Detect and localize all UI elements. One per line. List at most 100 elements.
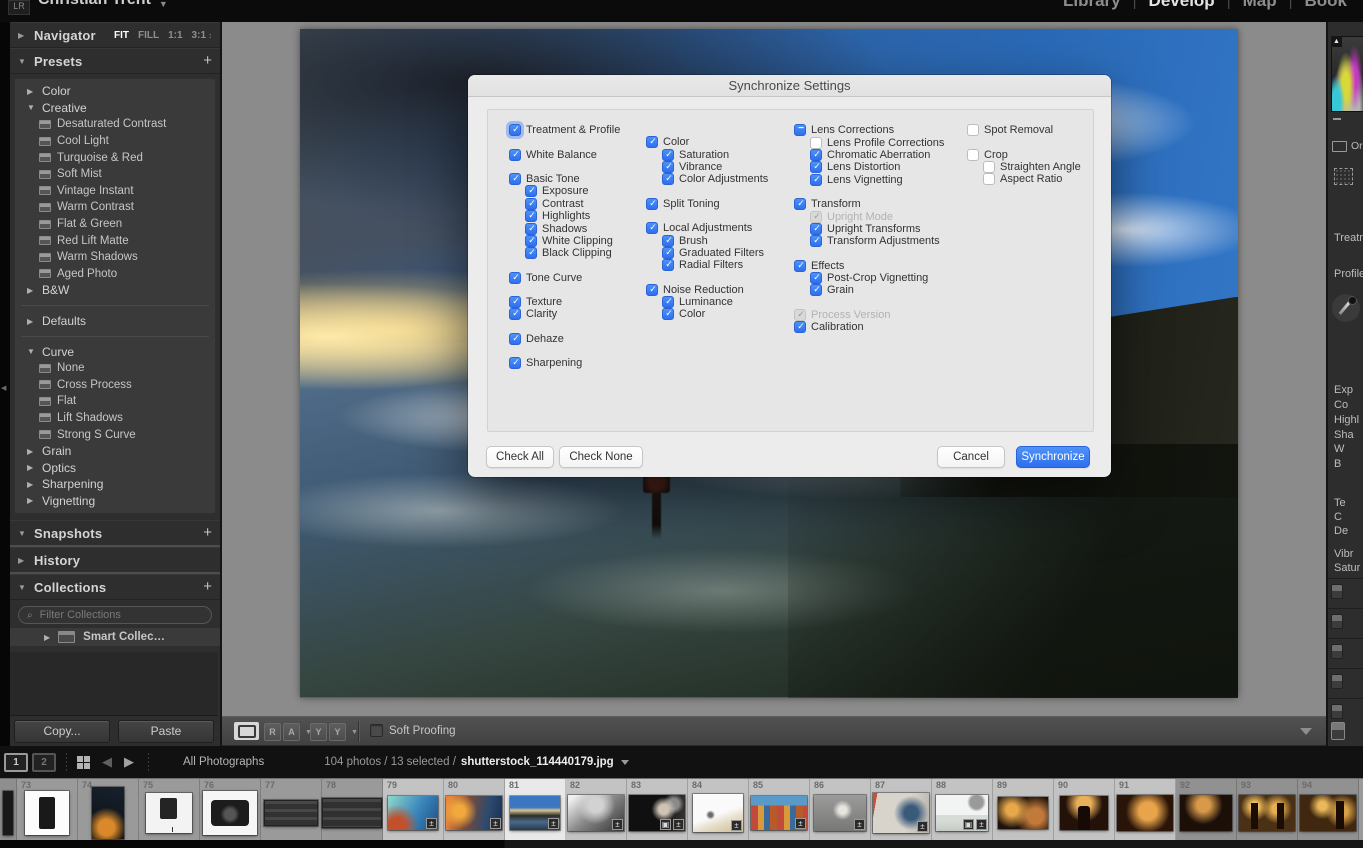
photo-thumbnail[interactable]: ▣ ± <box>568 795 624 831</box>
sync-option[interactable]: Luminance <box>662 296 768 308</box>
checkbox[interactable] <box>810 174 822 186</box>
preset-row[interactable]: None <box>15 360 215 377</box>
filename-chevron-icon[interactable] <box>621 760 629 765</box>
add-preset-button[interactable]: + <box>203 54 212 68</box>
preset-row[interactable]: Flat <box>15 393 215 410</box>
dialog-title-bar[interactable]: Synchronize Settings <box>468 75 1111 97</box>
sync-option[interactable]: Lens Corrections <box>794 124 944 136</box>
preset-row[interactable]: Cross Process <box>15 377 215 394</box>
checkbox[interactable] <box>810 161 822 173</box>
photo-thumbnail[interactable]: ▣ ± <box>203 791 257 835</box>
checkbox[interactable] <box>509 272 521 284</box>
disclosure-triangle-icon[interactable] <box>27 87 36 96</box>
filmstrip-cell[interactable]: 73 ▣ ± <box>17 779 78 841</box>
histogram[interactable] <box>1331 36 1363 112</box>
sync-option[interactable]: Crop <box>967 148 1081 160</box>
checkbox[interactable] <box>509 296 521 308</box>
filmstrip-cell[interactable]: 76 ▣ ± <box>200 779 261 841</box>
chevron-down-icon[interactable]: ▼ <box>351 729 358 736</box>
filmstrip-cell[interactable]: 90 ▣ ± <box>1054 779 1115 841</box>
checkbox[interactable] <box>662 296 674 308</box>
filmstrip-cell[interactable]: 93 ▣ ± <box>1237 779 1298 841</box>
sync-option[interactable]: Saturation <box>662 148 768 160</box>
checkbox[interactable] <box>646 136 658 148</box>
checkbox[interactable] <box>662 235 674 247</box>
checkbox[interactable] <box>662 149 674 161</box>
preset-row[interactable] <box>15 299 215 313</box>
checkbox[interactable] <box>810 284 822 296</box>
photo-thumbnail[interactable]: ▣ ± <box>510 796 560 830</box>
preset-row[interactable]: Aged Photo <box>15 266 215 283</box>
main-window-button[interactable]: 1 <box>4 753 28 772</box>
checkbox[interactable] <box>646 198 658 210</box>
sync-option[interactable]: Exposure <box>525 185 620 197</box>
photo-thumbnail[interactable]: ▣ ± <box>814 795 866 831</box>
preset-row[interactable]: Warm Contrast <box>15 199 215 216</box>
sync-option[interactable]: Contrast <box>525 198 620 210</box>
disclosure-triangle-icon[interactable]: ▶ <box>44 633 50 642</box>
sync-option[interactable]: Highlights <box>525 210 620 222</box>
filmstrip-source[interactable]: All Photographs <box>183 756 264 768</box>
checkbox[interactable] <box>967 124 979 136</box>
preset-row[interactable]: B&W <box>15 282 215 299</box>
photo-thumbnail[interactable]: ▣ ± <box>1180 795 1232 831</box>
sync-option[interactable]: Grain <box>810 284 944 296</box>
filmstrip-cell[interactable]: 77 ▣ ± <box>261 779 322 841</box>
sync-option[interactable]: Lens Distortion <box>810 161 944 173</box>
filter-collections-box[interactable]: ⌕ <box>18 606 212 624</box>
checkbox[interactable] <box>662 308 674 320</box>
second-window-button[interactable]: 2 <box>32 753 56 772</box>
forward-arrow-icon[interactable]: ▶ <box>124 754 134 770</box>
photo-thumbnail[interactable]: ▣ ± <box>322 798 382 828</box>
photo-thumbnail[interactable]: ▣ ± <box>388 796 438 830</box>
sync-option[interactable]: Graduated Filters <box>662 247 768 259</box>
filmstrip-cell[interactable]: 92 ▣ ± <box>1176 779 1237 841</box>
sync-option[interactable]: Calibration <box>794 321 944 333</box>
original-photo-row[interactable]: Orig <box>1332 140 1363 152</box>
checkbox[interactable] <box>509 333 521 345</box>
adjustment-badge-icon[interactable]: ± <box>490 818 501 829</box>
presets-header[interactable]: ▼ Presets + <box>10 48 220 74</box>
active-view-button[interactable]: A <box>283 723 300 741</box>
filmstrip-cell[interactable]: 82 ▣ ± <box>566 779 627 841</box>
preset-row[interactable]: Turquoise & Red <box>15 149 215 166</box>
checkbox[interactable] <box>509 357 521 369</box>
check-all-button[interactable]: Check All <box>486 446 554 468</box>
sync-option[interactable]: Aspect Ratio <box>983 173 1081 185</box>
adjustment-badge-icon[interactable]: ± <box>976 819 987 830</box>
adjustment-badge-icon[interactable]: ± <box>548 818 559 829</box>
preset-row[interactable]: Desaturated Contrast <box>15 116 215 133</box>
sync-option[interactable]: Treatment & Profile <box>509 124 620 136</box>
sync-option[interactable]: Transform <box>794 198 944 210</box>
module-tab[interactable]: Develop <box>1121 0 1215 22</box>
add-snapshot-button[interactable]: + <box>203 526 212 540</box>
module-tab[interactable]: Map <box>1215 0 1277 22</box>
filmstrip-scrollbar[interactable] <box>0 840 1363 848</box>
sync-option[interactable]: Local Adjustments <box>646 222 768 234</box>
disclosure-triangle-icon[interactable] <box>27 463 36 472</box>
snapshots-header[interactable]: ▼ Snapshots + <box>10 520 220 547</box>
preset-row[interactable]: Warm Shadows <box>15 249 215 266</box>
checkbox[interactable] <box>662 173 674 185</box>
checkbox[interactable] <box>646 284 658 296</box>
soft-proofing-control[interactable]: Soft Proofing <box>370 724 455 737</box>
checkbox[interactable] <box>662 161 674 173</box>
sync-option[interactable]: Chromatic Aberration <box>810 149 944 161</box>
zoom-option[interactable]: 3:1 <box>192 30 212 41</box>
photo-thumbnail[interactable]: ▣ ± <box>693 794 743 832</box>
disclosure-triangle-icon[interactable]: ▶ <box>18 556 27 565</box>
filmstrip-cell[interactable]: 75 ▣ ± <box>139 779 200 841</box>
preset-row[interactable]: Creative <box>15 100 215 117</box>
sync-option[interactable]: Color <box>646 136 768 148</box>
adjustment-badge-icon[interactable]: ± <box>673 819 684 830</box>
panel-toggle-switch[interactable] <box>1331 614 1343 629</box>
checkbox[interactable] <box>810 211 822 223</box>
loupe-view-button[interactable] <box>234 722 259 740</box>
preset-row[interactable] <box>15 329 215 343</box>
panel-toggle-switch[interactable] <box>1331 674 1343 689</box>
soft-proofing-checkbox[interactable] <box>370 724 383 737</box>
sync-option[interactable]: Tone Curve <box>509 272 620 284</box>
current-filename[interactable]: shutterstock_114440179.jpg <box>461 756 614 768</box>
left-panel-collapse-rail[interactable]: ◀ <box>0 22 10 746</box>
sync-option[interactable]: Sharpening <box>509 357 620 369</box>
